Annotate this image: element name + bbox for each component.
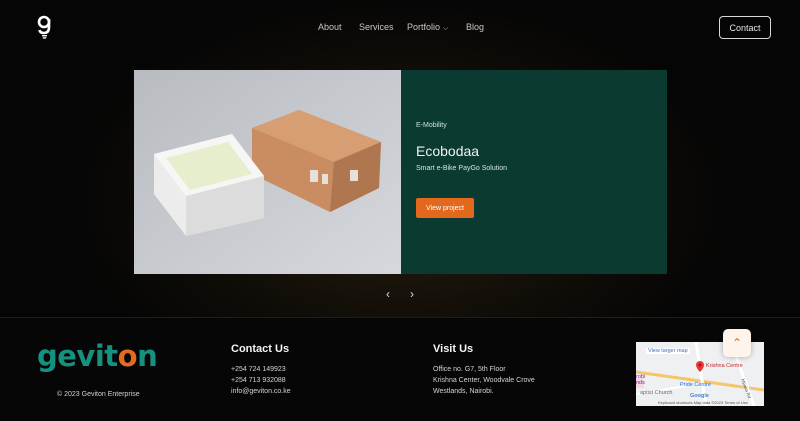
view-project-button[interactable]: View project xyxy=(416,198,474,218)
visit-heading: Visit Us xyxy=(433,343,474,355)
map-pin-label: Krishna Centre xyxy=(706,363,743,369)
project-subtitle: Smart e-Bike PayGo Solution xyxy=(416,165,508,172)
footer-brand-logo[interactable]: geviton xyxy=(37,339,158,373)
scroll-to-top-button[interactable]: ⌃ xyxy=(723,329,751,357)
project-info-panel: E-Mobility Ecobodaa Smart e-Bike PayGo S… xyxy=(401,70,667,274)
project-category: E-Mobility xyxy=(416,122,447,129)
chevron-down-icon: ⌵ xyxy=(443,25,449,32)
email-link[interactable]: info@geviton.co.ke xyxy=(231,388,291,395)
copyright-text: © 2023 Geviton Enterprise xyxy=(57,391,140,398)
device-photo-illustration xyxy=(134,70,401,274)
brand-text-2: n xyxy=(137,339,158,373)
address-line-3: Westlands, Nairobi. xyxy=(433,388,494,395)
chevron-up-icon: ⌃ xyxy=(731,336,743,350)
site-logo[interactable] xyxy=(37,14,53,40)
brand-text-o: o xyxy=(117,339,138,373)
carousel-next-arrow-icon[interactable]: › xyxy=(405,287,419,301)
map-place-2: aptist Church xyxy=(640,390,673,396)
address-line-1: Office no. G7, 5th Floor xyxy=(433,366,506,373)
nav-portfolio-label: Portfolio xyxy=(407,22,441,32)
phone-2[interactable]: +254 713 932088 xyxy=(231,377,286,384)
google-logo: Google xyxy=(690,393,709,399)
map-attribution: Keyboard shortcuts Map data ©2023 Terms … xyxy=(658,400,748,405)
contact-heading: Contact Us xyxy=(231,343,290,355)
nav-blog[interactable]: Blog xyxy=(466,22,484,32)
brand-text-1: gevit xyxy=(37,339,118,373)
map-pin-icon xyxy=(696,359,704,372)
carousel-prev-arrow-icon[interactable]: ‹ xyxy=(381,287,395,301)
nav-services[interactable]: Services xyxy=(359,22,394,32)
contact-button[interactable]: Contact xyxy=(719,16,771,39)
map-place-1: Pride Centre xyxy=(680,382,711,388)
phone-1[interactable]: +254 724 149923 xyxy=(231,366,286,373)
nav-portfolio[interactable]: Portfolio ⌵ xyxy=(407,22,448,33)
view-larger-map-link[interactable]: View larger map xyxy=(646,348,690,354)
nav-about[interactable]: About xyxy=(318,22,342,32)
project-title: Ecobodaa xyxy=(416,143,480,159)
geviton-logo-icon xyxy=(37,15,51,39)
project-image xyxy=(134,70,401,274)
map-place-4: nds xyxy=(636,380,645,386)
address-line-2: Krishna Center, Woodvale Crove xyxy=(433,377,535,384)
site-footer: geviton © 2023 Geviton Enterprise Contac… xyxy=(0,317,800,421)
